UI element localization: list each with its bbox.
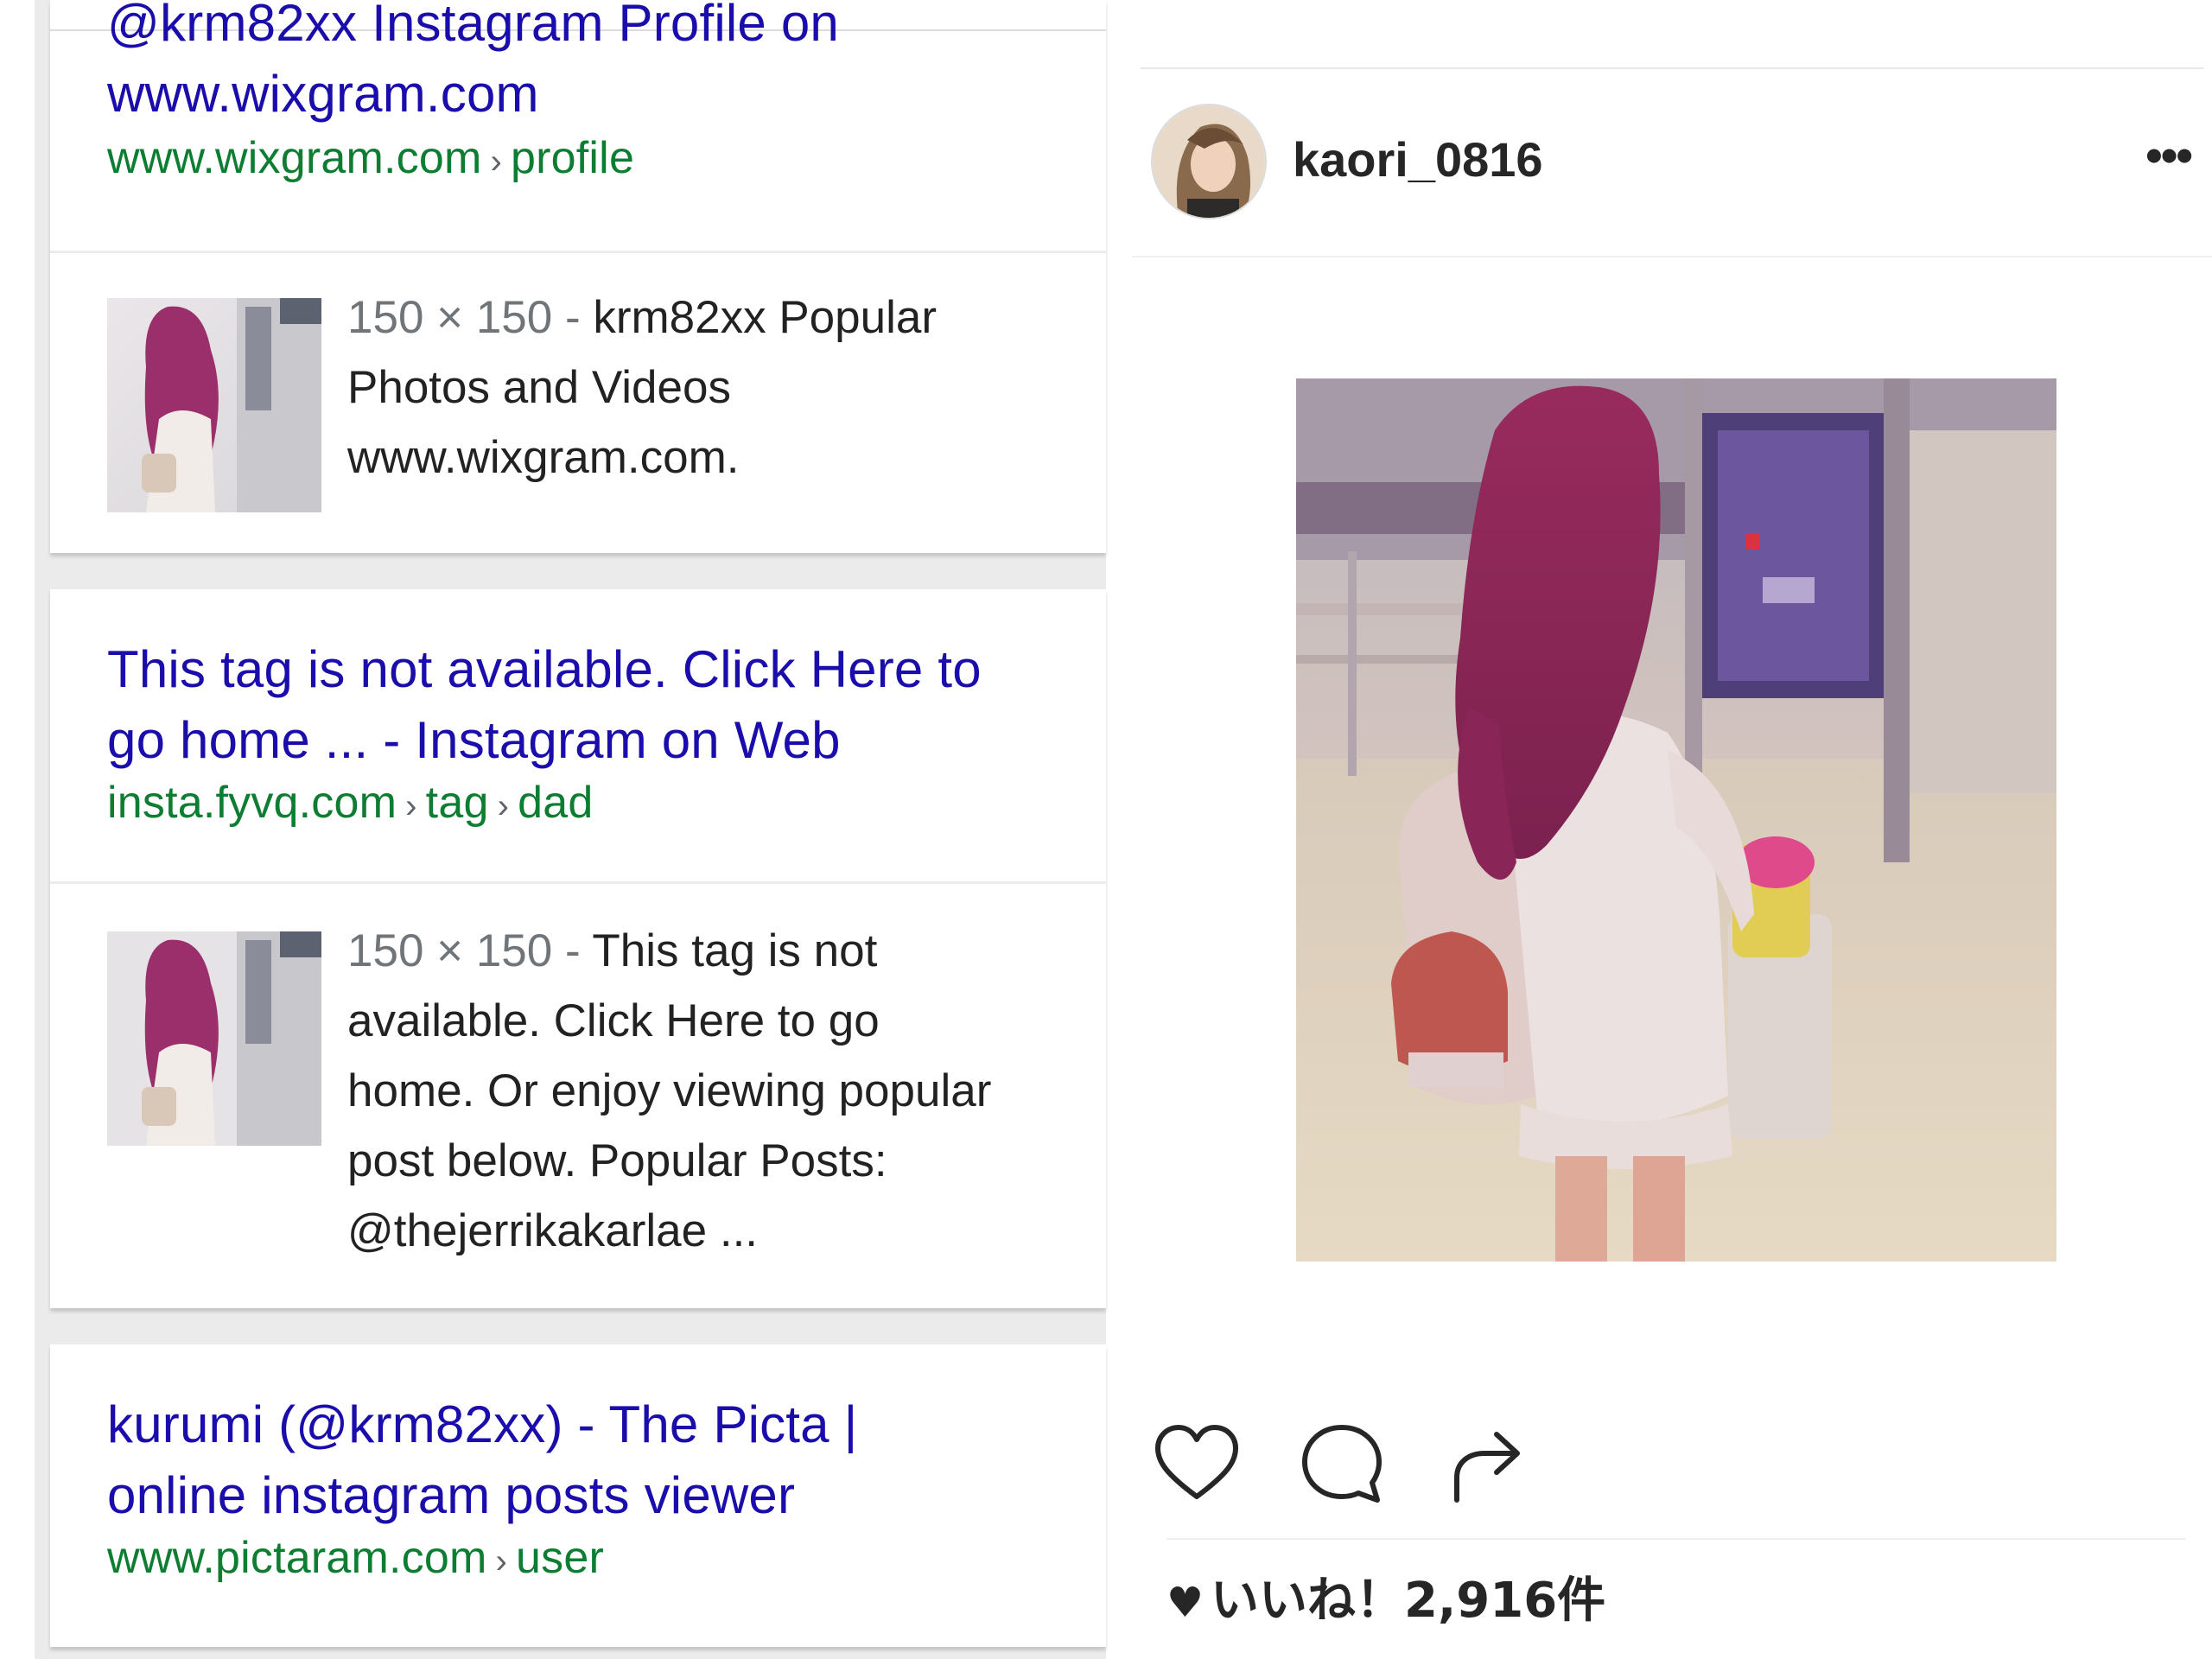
result-snippet: 150 × 150 - krm82xx Popular Photos and V… bbox=[347, 292, 938, 483]
post-username[interactable]: kaori_0816 bbox=[1293, 130, 1543, 190]
likes-count[interactable]: ♥ いいね！2,916件 bbox=[1166, 1571, 1605, 1633]
result-url-breadcrumb[interactable]: www.pictaram.com › user bbox=[107, 1528, 1071, 1592]
divider bbox=[1132, 256, 2212, 257]
speech-bubble-icon[interactable] bbox=[1294, 1417, 1389, 1516]
result-thumbnail[interactable] bbox=[107, 298, 321, 512]
post-photo[interactable] bbox=[1296, 378, 2056, 1262]
result-thumbnail[interactable] bbox=[107, 931, 321, 1146]
result-snippet: 150 × 150 - This tag is not available. C… bbox=[347, 925, 992, 1256]
share-arrow-icon[interactable] bbox=[1440, 1417, 1535, 1516]
result-url-breadcrumb[interactable]: www.wixgram.com › profile bbox=[107, 128, 1071, 192]
divider bbox=[1166, 1538, 2186, 1540]
result-title-link[interactable]: This tag is not available. Click Here to… bbox=[107, 634, 1071, 776]
divider bbox=[50, 251, 1106, 253]
instagram-post: kaori_0816 ••• ♥ いいね！2,916件 bbox=[1132, 0, 2212, 1659]
avatar[interactable] bbox=[1151, 104, 1267, 219]
search-results-column: @krm82xx Instagram Profile on www.wixgra… bbox=[35, 0, 1106, 1659]
divider bbox=[50, 881, 1106, 884]
heart-filled-icon: ♥ bbox=[1166, 1579, 1205, 1627]
result-card: This tag is not available. Click Here to… bbox=[50, 589, 1106, 1308]
result-url-breadcrumb[interactable]: insta.fyvq.com › tag › dad bbox=[107, 772, 1071, 836]
more-options-icon[interactable]: ••• bbox=[2145, 130, 2193, 181]
heart-outline-icon[interactable] bbox=[1149, 1417, 1244, 1516]
result-title-link[interactable]: kurumi (@krm82xx) - The Picta | online i… bbox=[107, 1389, 1071, 1531]
result-card: kurumi (@krm82xx) - The Picta | online i… bbox=[50, 1344, 1106, 1647]
divider bbox=[1141, 67, 2203, 69]
result-title-link[interactable]: @krm82xx Instagram Profile on www.wixgra… bbox=[107, 0, 1071, 130]
result-card: @krm82xx Instagram Profile on www.wixgra… bbox=[50, 0, 1106, 553]
